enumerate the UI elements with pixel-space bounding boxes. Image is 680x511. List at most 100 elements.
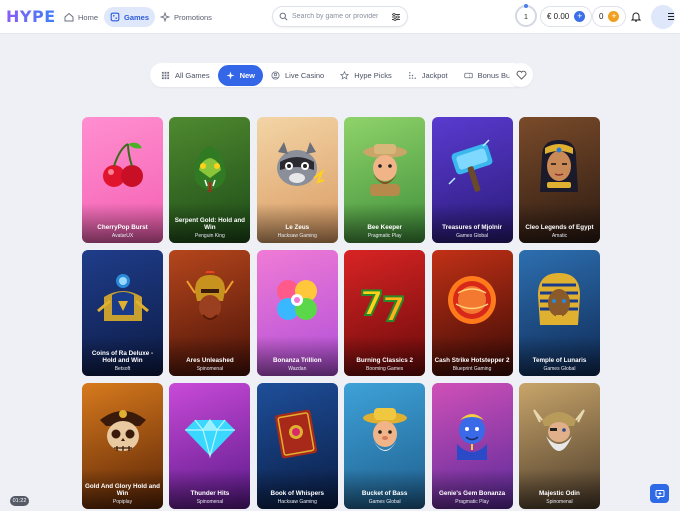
game-provider: Games Global (456, 233, 489, 239)
grid-icon (161, 71, 170, 79)
support-chat-button[interactable] (650, 484, 669, 503)
game-card[interactable]: Serpent Gold: Hold and Win Penguin King (169, 117, 251, 243)
sparkle-icon (226, 70, 235, 80)
game-provider: Amatic (551, 233, 568, 239)
game-thumbnail (277, 280, 318, 321)
game-thumbnail (96, 274, 149, 322)
nav-home[interactable]: Home (58, 7, 104, 27)
game-title: Bucket of Bass (361, 490, 408, 497)
game-card[interactable]: Cleo Legends of Egypt Amatic (518, 117, 600, 243)
game-provider: Pragmatic Play (455, 499, 489, 505)
game-thumbnail (194, 146, 226, 193)
top-header: HYPE Home Games Promotions 1 € 0.00 + 0 … (0, 0, 680, 34)
game-title: Serpent Gold: Hold and Win (174, 217, 246, 231)
game-provider: Hacksaw Gaming (277, 499, 317, 505)
game-provider: AvatarUX (111, 233, 134, 239)
tab-label: Jackpot (421, 70, 448, 80)
dots-grid-icon (408, 71, 416, 79)
game-provider: Pragmatic Play (367, 233, 402, 239)
favorites-button[interactable] (509, 63, 533, 87)
game-provider: Booming Games (366, 366, 404, 372)
tab-live-casino[interactable]: Live Casino (263, 65, 332, 86)
game-title: Book of Whispers (270, 490, 325, 497)
game-card[interactable]: Book of Whispers Hacksaw Gaming (256, 383, 338, 509)
game-card[interactable]: Ares Unleashed Spinomenal (169, 250, 251, 376)
session-timer: 01:22 (10, 496, 29, 506)
game-card[interactable]: Gold And Glory Hold and Win Popiplay (82, 383, 163, 509)
game-thumbnail (362, 144, 407, 197)
balance-value: € 0.00 (547, 12, 570, 21)
game-card[interactable]: Coins of Ra Deluxe - Hold and Win Betsoft (82, 250, 163, 376)
game-card[interactable]: Bucket of Bass Games Global (344, 383, 426, 509)
level-value: 1 (523, 11, 529, 21)
game-provider: Blueprint Gaming (452, 366, 492, 372)
game-card[interactable]: Temple of Lunaris Games Global (518, 250, 600, 376)
game-title: Majestic Odin (538, 490, 580, 497)
chat-icon (655, 489, 664, 499)
nav-home-label: Home (78, 12, 99, 22)
game-title: Bee Keeper (367, 224, 402, 231)
nav-games[interactable]: Games (104, 7, 156, 27)
game-thumbnail (99, 410, 146, 452)
bell-icon[interactable] (631, 11, 641, 22)
search-icon (279, 12, 288, 21)
game-thumbnail (275, 410, 318, 459)
game-card[interactable]: Bee Keeper Pragmatic Play (344, 117, 426, 243)
game-card[interactable]: CherryPop Burst AvatarUX (82, 117, 163, 243)
tab-label: Live Casino (285, 70, 325, 80)
game-card[interactable]: Bonanza Trillion Wazdan (256, 250, 338, 376)
svg-text:7: 7 (382, 290, 406, 329)
game-card[interactable]: Majestic Odin Spinomenal (518, 383, 600, 509)
games-icon (110, 12, 120, 22)
coins-plus-icon[interactable]: + (608, 11, 620, 22)
game-provider: Penguin King (195, 233, 225, 239)
balance-pill[interactable]: € 0.00 + (540, 6, 593, 27)
tab-jackpot[interactable]: Jackpot (400, 65, 456, 86)
game-card[interactable]: Cash Strike Hotstepper 2 Blueprint Gaming (431, 250, 513, 376)
game-card[interactable]: 7 7 Burning Classics 2 Booming Games (344, 250, 426, 376)
game-title: Cleo Legends of Egypt (525, 224, 594, 231)
game-thumbnail: 77 (359, 283, 407, 329)
nav-promotions[interactable]: Promotions (154, 7, 218, 27)
brand-logo[interactable]: HYPE (6, 7, 56, 26)
game-card[interactable]: Le Zeus Hacksaw Gaming (256, 117, 338, 243)
level-badge[interactable]: 1 (515, 4, 537, 27)
game-thumbnail (277, 142, 325, 187)
search-box[interactable] (272, 6, 408, 27)
game-thumbnail (533, 409, 586, 452)
game-card[interactable]: Genie's Gem Bonanza Pragmatic Play (431, 383, 513, 509)
game-provider: Spinomenal (196, 499, 224, 505)
svg-text:7: 7 (360, 284, 384, 324)
search-input[interactable] (292, 13, 392, 20)
tab-hype-picks[interactable]: Hype Picks (332, 65, 400, 86)
game-title: Cash Strike Hotstepper 2 (434, 357, 510, 364)
game-title: Temple of Lunaris (532, 357, 587, 364)
filter-icon[interactable] (391, 12, 401, 22)
game-provider: Games Global (368, 499, 401, 505)
game-thumbnail (102, 143, 143, 188)
user-circle-icon (271, 70, 280, 80)
game-provider: Spinomenal (196, 366, 224, 372)
menu-icon[interactable] (668, 13, 674, 20)
tab-new[interactable]: New (217, 64, 264, 86)
sparkle-icon (160, 12, 170, 22)
nav-promotions-label: Promotions (174, 12, 212, 22)
coins-value: 0 (599, 12, 604, 21)
home-icon (64, 12, 74, 22)
game-provider: Spinomenal (546, 499, 573, 505)
game-thumbnail (186, 271, 234, 321)
deposit-plus-icon[interactable]: + (574, 11, 586, 22)
game-thumbnail (538, 273, 581, 326)
game-provider: Games Global (543, 366, 576, 372)
game-card[interactable]: Thunder Hits Spinomenal (169, 383, 251, 509)
coins-pill[interactable]: 0 + (592, 6, 627, 27)
game-title: Treasures of Mjolnir (442, 224, 502, 231)
tab-all-games[interactable]: All Games (153, 65, 218, 86)
ticket-icon (463, 72, 473, 78)
star-icon (340, 70, 350, 80)
game-card[interactable]: Treasures of Mjolnir Games Global (431, 117, 513, 243)
game-provider: Hacksaw Gaming (277, 233, 317, 239)
tab-label: All Games (175, 70, 210, 80)
game-thumbnail (448, 139, 493, 193)
game-title: Thunder Hits (190, 490, 230, 497)
